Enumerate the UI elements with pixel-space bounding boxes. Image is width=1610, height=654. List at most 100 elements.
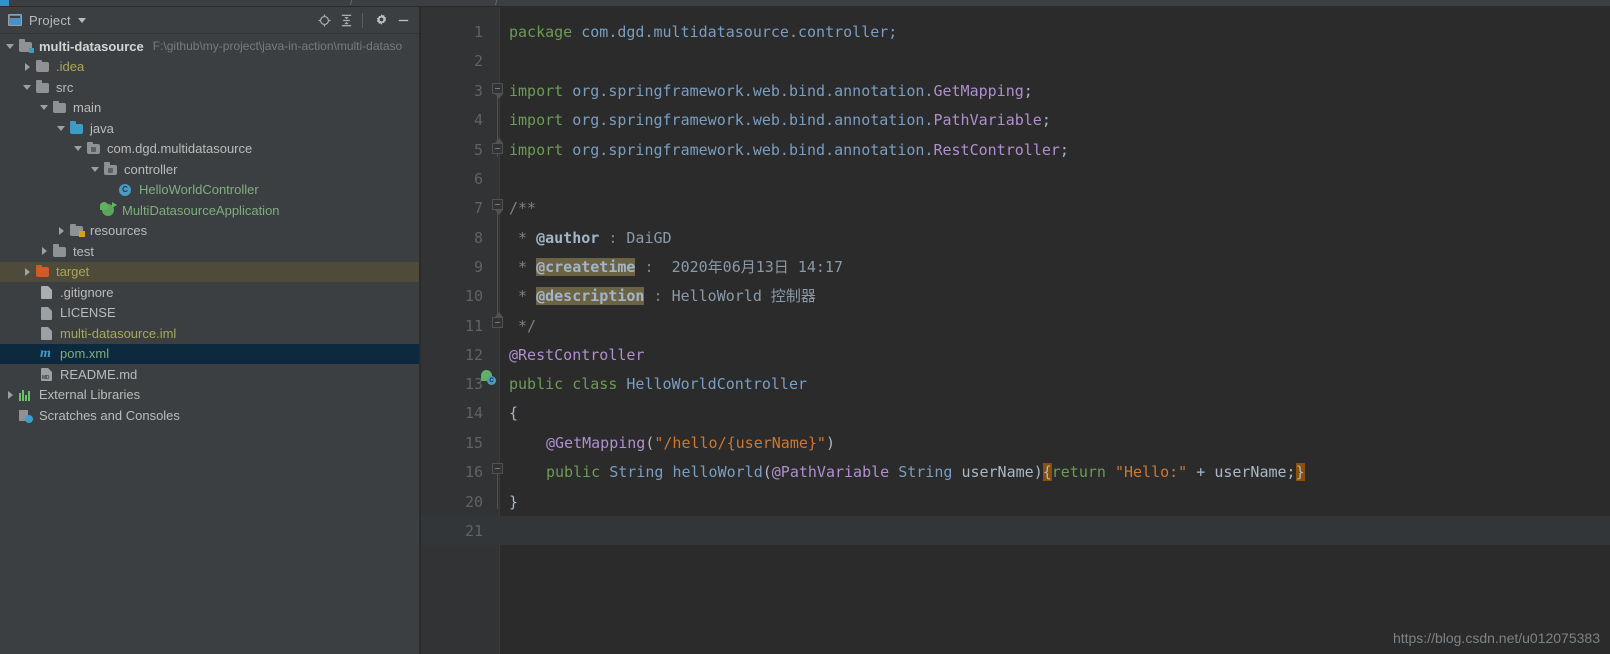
code-line-11[interactable]: 11 */ — [421, 311, 1610, 340]
tree-label: test — [73, 243, 94, 259]
chevron-collapsed-icon[interactable] — [22, 266, 33, 277]
tree-label: External Libraries — [39, 387, 141, 403]
tree-row-iml[interactable]: multi-datasource.iml — [0, 323, 419, 344]
spring-boot-class-icon — [100, 202, 117, 218]
tree-row-multi-datasource[interactable]: multi-datasource F:\github\my-project\ja… — [0, 36, 419, 57]
module-path-label: F:\github\my-project\java-in-action\mult… — [152, 39, 403, 54]
token-string: "Hello:" — [1114, 462, 1188, 481]
project-window-icon — [8, 14, 22, 26]
token-comment-star: * — [509, 258, 537, 277]
tree-row-java[interactable]: java — [0, 118, 419, 139]
code-line-3[interactable]: 3 import org.springframework.web.bind.an… — [421, 76, 1610, 105]
minimize-icon[interactable] — [393, 10, 413, 30]
code-line-12[interactable]: 12 @RestController — [421, 340, 1610, 369]
chevron-expanded-icon[interactable] — [39, 102, 50, 113]
tree-label: README.md — [60, 366, 138, 382]
tree-row-target[interactable]: target — [0, 261, 419, 282]
chevron-collapsed-icon[interactable] — [22, 61, 33, 72]
tree-row-controller[interactable]: controller — [0, 159, 419, 180]
line-content: import org.springframework.web.bind.anno… — [509, 111, 1051, 129]
line-content: */ — [509, 317, 536, 335]
tree-label: multi-datasource — [39, 38, 144, 54]
tree-row-pom-xml[interactable]: m pom.xml — [0, 343, 419, 364]
tree-row-multidatasourceapplication[interactable]: MultiDatasourceApplication — [0, 200, 419, 221]
chevron-collapsed-icon[interactable] — [56, 225, 67, 236]
code-line-9[interactable]: 9 * @createtime : 2020年06月13日 14:17 — [421, 252, 1610, 281]
line-number: 6 — [473, 169, 483, 188]
ide-window: / / Project multi-datasource F:\github\m… — [0, 0, 1610, 654]
locate-icon[interactable] — [314, 10, 334, 30]
tree-row-license[interactable]: LICENSE — [0, 303, 419, 324]
token-keyword-return: return — [1051, 462, 1115, 481]
tree-row-src[interactable]: src — [0, 77, 419, 98]
tree-label: .idea — [56, 59, 85, 75]
chevron-down-icon[interactable] — [77, 17, 86, 23]
tree-label: LICENSE — [60, 305, 116, 321]
code-line-13[interactable]: 13 public class HelloWorldController — [421, 369, 1610, 398]
token-javadoc-value: 2020年06月13日 14:17 — [671, 258, 843, 277]
token-brace: } — [509, 492, 519, 511]
token-string: "/hello/{userName}" — [654, 433, 826, 452]
tree-row-external-libraries[interactable]: External Libraries — [0, 385, 419, 406]
line-number: 3 — [473, 81, 483, 100]
token-brace-highlight-close: } — [1295, 462, 1305, 481]
code-line-8[interactable]: 8 * @author : DaiGD — [421, 223, 1610, 252]
token-type: String — [889, 462, 962, 481]
code-line-14[interactable]: 14 { — [421, 398, 1610, 427]
token-package: org.springframework.web.bind.annotation. — [563, 110, 934, 129]
chevron-expanded-icon[interactable] — [73, 143, 84, 154]
token-comment: */ — [509, 316, 537, 335]
tree-label: MultiDatasourceApplication — [122, 202, 280, 218]
tree-label: .gitignore — [60, 284, 114, 300]
chevron-expanded-icon[interactable] — [90, 164, 101, 175]
code-line-10[interactable]: 10 * @description : HelloWorld 控制器 — [421, 281, 1610, 310]
code-content[interactable]: C 1 package com.dgd.multidatasource.cont… — [421, 7, 1610, 654]
tree-row-main[interactable]: main — [0, 98, 419, 119]
code-line-6[interactable]: 6 — [421, 164, 1610, 193]
line-number: 1 — [473, 22, 483, 41]
chevron-expanded-icon[interactable] — [56, 123, 67, 134]
line-number: 14 — [464, 403, 483, 422]
tree-label: controller — [124, 161, 178, 177]
token-class: RestController — [933, 140, 1060, 159]
code-line-1[interactable]: 1 package com.dgd.multidatasource.contro… — [421, 17, 1610, 46]
collapse-all-icon[interactable] — [336, 10, 356, 30]
code-line-20[interactable]: 20 } — [421, 487, 1610, 516]
chevron-expanded-icon[interactable] — [5, 41, 16, 52]
tree-row-resources[interactable]: resources — [0, 221, 419, 242]
line-number: 8 — [473, 228, 483, 247]
token-package: com.dgd.multidatasource.controller; — [572, 22, 898, 41]
code-line-21[interactable]: 21 — [421, 516, 1610, 546]
line-number: 15 — [464, 433, 483, 452]
code-line-2[interactable]: 2 — [421, 46, 1610, 75]
tree-row-readme[interactable]: MD README.md — [0, 364, 419, 385]
line-content: } — [509, 493, 518, 511]
resources-folder-icon — [69, 223, 85, 238]
code-line-15[interactable]: 15 @GetMapping("/hello/{userName}") — [421, 428, 1610, 457]
tree-row-package-root[interactable]: com.dgd.multidatasource — [0, 139, 419, 160]
code-line-4[interactable]: 4 import org.springframework.web.bind.an… — [421, 105, 1610, 134]
line-content: package com.dgd.multidatasource.controll… — [509, 23, 897, 41]
chevron-collapsed-icon[interactable] — [5, 389, 16, 400]
token-javadoc-value: DaiGD — [626, 228, 672, 247]
tree-row-scratches[interactable]: Scratches and Consoles — [0, 405, 419, 426]
code-line-7[interactable]: 7 /** — [421, 193, 1610, 222]
token-keyword: class — [563, 374, 627, 393]
code-line-16[interactable]: 16 public String helloWorld(@PathVariabl… — [421, 457, 1610, 486]
tree-row-gitignore[interactable]: .gitignore — [0, 282, 419, 303]
package-icon — [86, 141, 102, 156]
tree-row-helloworldcontroller[interactable]: C HelloWorldController — [0, 180, 419, 201]
module-folder-icon — [18, 39, 34, 54]
line-number: 7 — [473, 198, 483, 217]
code-line-5[interactable]: 5 import org.springframework.web.bind.an… — [421, 135, 1610, 164]
chevron-expanded-icon[interactable] — [22, 82, 33, 93]
tree-row-test[interactable]: test — [0, 241, 419, 262]
line-number: 21 — [464, 521, 483, 540]
gear-icon[interactable] — [371, 10, 391, 30]
line-number: 4 — [473, 110, 483, 129]
tree-row-idea[interactable]: .idea — [0, 57, 419, 78]
chevron-collapsed-icon[interactable] — [39, 246, 50, 257]
line-content: @GetMapping("/hello/{userName}") — [546, 434, 835, 452]
code-editor[interactable]: C 1 package com.dgd.multidatasource.cont… — [421, 7, 1610, 654]
token-semicolon: ; — [1023, 81, 1033, 100]
